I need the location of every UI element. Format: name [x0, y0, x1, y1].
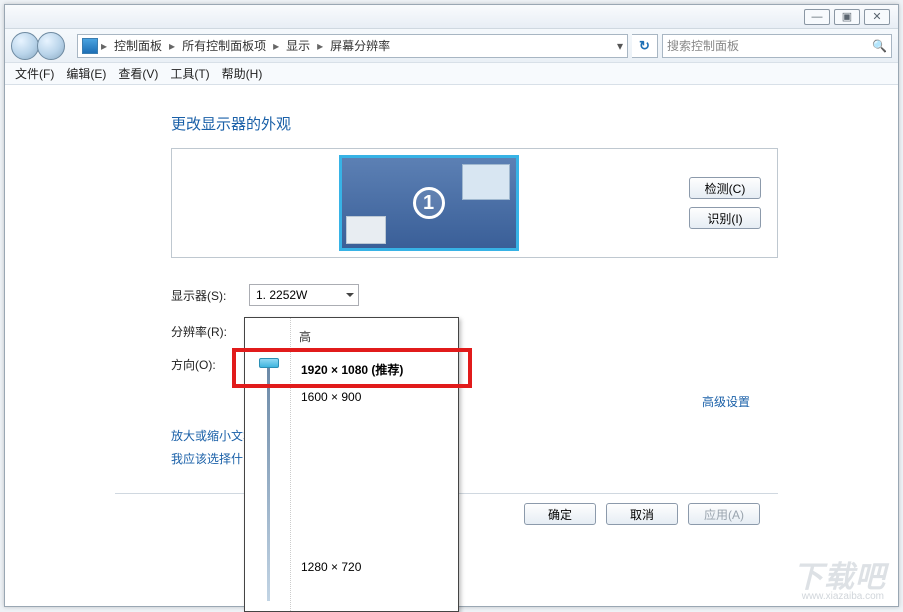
display-label: 显示器(S): [171, 287, 249, 304]
breadcrumb-item[interactable]: 屏幕分辨率 [326, 37, 394, 54]
dialog-buttons: 确定 取消 应用(A) [524, 503, 760, 525]
minimize-button[interactable]: — [804, 9, 830, 25]
monitor-number: 1 [413, 187, 445, 219]
menu-help[interactable]: 帮助(H) [216, 63, 269, 84]
page-title: 更改显示器的外观 [171, 113, 778, 134]
resolution-slider[interactable] [245, 318, 291, 611]
resolution-option-recommended[interactable]: 1920 × 1080 (推荐) [297, 355, 452, 384]
breadcrumb-item[interactable]: 控制面板 [110, 37, 166, 54]
address-bar: ▸ 控制面板 ▸ 所有控制面板项 ▸ 显示 ▸ 屏幕分辨率 ▾ ↻ 搜索控制面板… [5, 29, 898, 63]
watermark-logo: 下载吧 [793, 552, 886, 596]
back-button[interactable] [11, 32, 39, 60]
zoom-text-link[interactable]: 放大或缩小文本 [171, 427, 255, 444]
close-button[interactable]: ✕ [864, 9, 890, 25]
forward-button[interactable] [37, 32, 65, 60]
chevron-right-icon: ▸ [272, 39, 280, 53]
breadcrumb-item[interactable]: 所有控制面板项 [178, 37, 270, 54]
chevron-right-icon: ▸ [316, 39, 324, 53]
chevron-right-icon: ▸ [100, 39, 108, 53]
display-select[interactable]: 1. 2252W [249, 284, 359, 306]
menu-tools[interactable]: 工具(T) [164, 63, 215, 84]
slider-track [267, 364, 270, 601]
nav-buttons [11, 32, 73, 60]
apply-button[interactable]: 应用(A) [688, 503, 760, 525]
monitor-window-icon [462, 164, 510, 200]
search-input[interactable]: 搜索控制面板 🔍 [662, 34, 892, 58]
chevron-right-icon: ▸ [168, 39, 176, 53]
advanced-settings-link[interactable]: 高级设置 [702, 393, 750, 410]
cancel-button[interactable]: 取消 [606, 503, 678, 525]
preview-buttons: 检测(C) 识别(I) [689, 177, 761, 229]
menu-bar: 文件(F) 编辑(E) 查看(V) 工具(T) 帮助(H) [5, 63, 898, 85]
breadcrumb-item[interactable]: 显示 [282, 37, 314, 54]
display-preview: 1 检测(C) 识别(I) [171, 148, 778, 258]
menu-view[interactable]: 查看(V) [112, 63, 164, 84]
menu-file[interactable]: 文件(F) [9, 63, 60, 84]
resolution-option[interactable]: 1600 × 900 [297, 384, 452, 410]
ok-button[interactable]: 确定 [524, 503, 596, 525]
resolution-option[interactable]: 1280 × 720 [297, 554, 452, 580]
slider-high-label: 高 [297, 326, 452, 355]
control-panel-icon [82, 38, 98, 54]
help-links: 放大或缩小文本 我应该选择什 [171, 427, 255, 467]
preview-space: 1 [188, 155, 669, 251]
window-frame: — ▣ ✕ ▸ 控制面板 ▸ 所有控制面板项 ▸ 显示 ▸ 屏幕分辨率 ▾ ↻ … [4, 4, 899, 607]
refresh-button[interactable]: ↻ [632, 34, 658, 58]
monitor-taskbar-icon [346, 216, 386, 244]
orientation-label: 方向(O): [171, 356, 249, 373]
breadcrumb-dropdown-icon[interactable]: ▾ [396, 39, 623, 53]
resolution-label: 分辨率(R): [171, 323, 249, 340]
search-icon: 🔍 [872, 39, 887, 53]
search-placeholder: 搜索控制面板 [667, 37, 739, 54]
watermark-url: www.xiazaiba.com [802, 591, 884, 602]
monitor-thumbnail[interactable]: 1 [339, 155, 519, 251]
maximize-button[interactable]: ▣ [834, 9, 860, 25]
menu-edit[interactable]: 编辑(E) [60, 63, 112, 84]
resolution-list: 高 1920 × 1080 (推荐) 1600 × 900 1280 × 720 [291, 318, 458, 611]
display-row: 显示器(S): 1. 2252W [171, 284, 778, 306]
which-settings-link[interactable]: 我应该选择什 [171, 450, 255, 467]
identify-button[interactable]: 识别(I) [689, 207, 761, 229]
title-bar: — ▣ ✕ [5, 5, 898, 29]
detect-button[interactable]: 检测(C) [689, 177, 761, 199]
resolution-dropdown[interactable]: 高 1920 × 1080 (推荐) 1600 × 900 1280 × 720 [244, 317, 459, 612]
breadcrumb[interactable]: ▸ 控制面板 ▸ 所有控制面板项 ▸ 显示 ▸ 屏幕分辨率 ▾ [77, 34, 628, 58]
slider-thumb[interactable] [259, 358, 279, 368]
